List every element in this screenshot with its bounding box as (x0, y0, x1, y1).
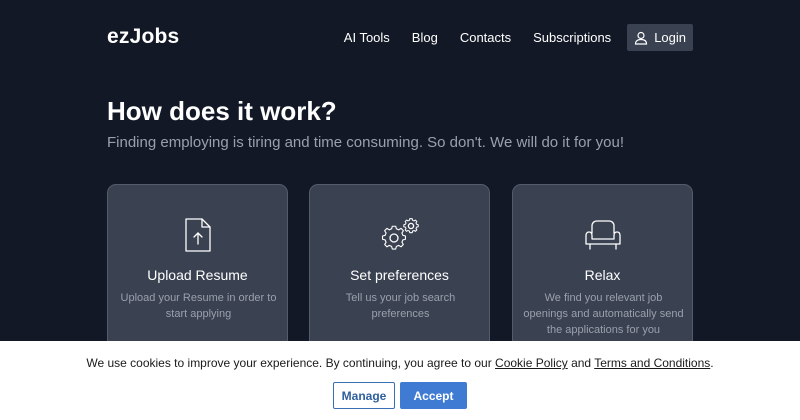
card-set-preferences: Set preferences Tell us your job search … (309, 184, 490, 364)
logo[interactable]: ezJobs (107, 25, 179, 49)
page-title: How does it work? (107, 96, 337, 126)
card-title: Set preferences (350, 267, 449, 283)
card-title: Relax (584, 267, 621, 283)
cookie-message: We use cookies to improve your experienc… (0, 356, 800, 370)
file-upload-icon (108, 215, 287, 255)
card-description: Upload your Resume in order to start app… (120, 292, 277, 320)
nav-link-blog[interactable]: Blog (412, 30, 438, 45)
card-upload-resume: Upload Resume Upload your Resume in orde… (107, 184, 288, 364)
card-description: Tell us your job search preferences (345, 292, 456, 320)
cookie-text-before: We use cookies to improve your experienc… (86, 356, 496, 370)
terms-link[interactable]: Terms and Conditions (594, 356, 710, 370)
cookie-text-and: and (567, 356, 595, 370)
card-description: We find you relevant job openings and au… (523, 292, 684, 336)
cookie-policy-link[interactable]: Cookie Policy (495, 356, 568, 370)
nav-links: AI Tools Blog Contacts Subscriptions Log… (344, 24, 693, 51)
cookie-banner: We use cookies to improve your experienc… (0, 341, 800, 420)
steps-cards: Upload Resume Upload your Resume in orde… (107, 184, 693, 364)
login-label: Login (654, 30, 686, 45)
card-relax: Relax We find you relevant job openings … (512, 184, 693, 364)
manage-button[interactable]: Manage (333, 382, 395, 409)
login-button[interactable]: Login (627, 24, 693, 51)
armchair-icon (513, 215, 692, 255)
cookie-text-after: . (710, 356, 714, 370)
nav-link-subscriptions[interactable]: Subscriptions (533, 30, 611, 45)
accept-button[interactable]: Accept (400, 382, 467, 409)
user-icon (635, 31, 648, 45)
card-title: Upload Resume (147, 267, 248, 283)
page-subtitle: Finding employing is tiring and time con… (107, 134, 625, 151)
nav-link-contacts[interactable]: Contacts (460, 30, 511, 45)
top-navigation: ezJobs AI Tools Blog Contacts Subscripti… (0, 0, 800, 76)
nav-link-ai-tools[interactable]: AI Tools (344, 30, 390, 45)
cookie-actions: Manage Accept (0, 382, 800, 409)
gears-icon (310, 215, 489, 255)
